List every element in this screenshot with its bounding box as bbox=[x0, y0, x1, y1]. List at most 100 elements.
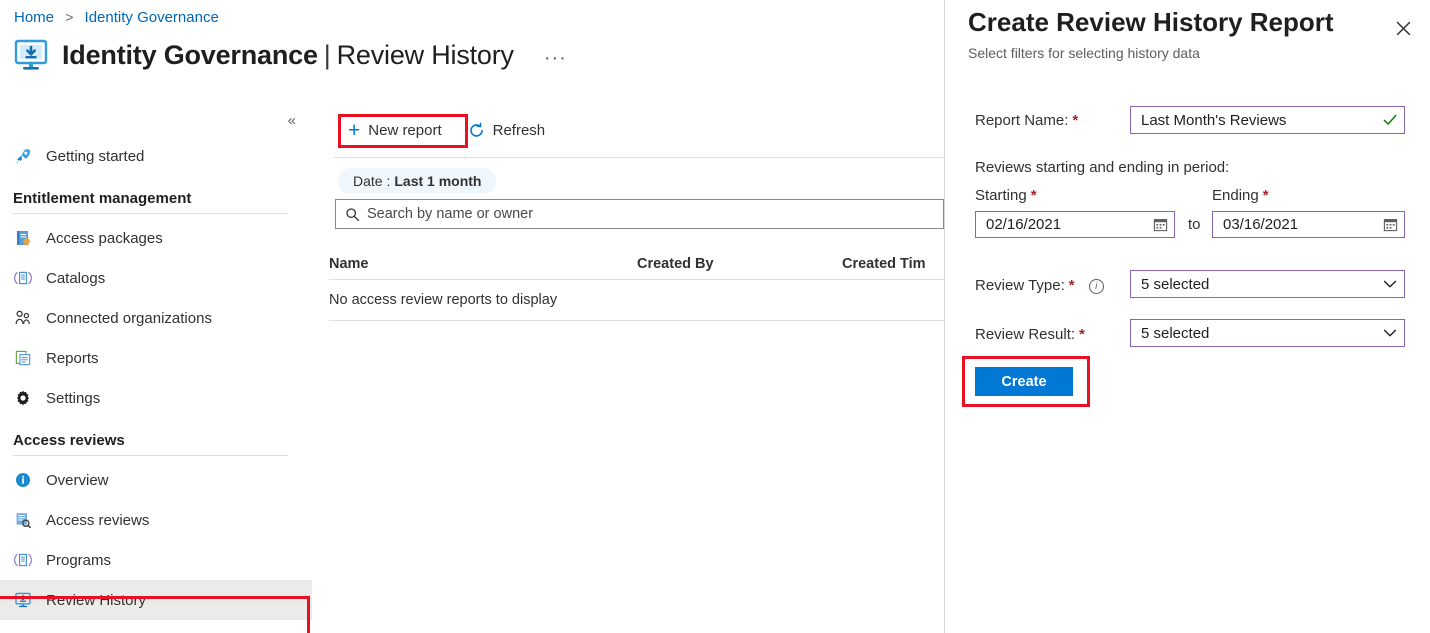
review-result-dropdown[interactable]: 5 selected bbox=[1130, 319, 1405, 347]
search-icon bbox=[345, 207, 360, 222]
panel-title: Create Review History Report bbox=[968, 7, 1334, 38]
period-label: Reviews starting and ending in period: bbox=[975, 159, 1229, 176]
date-filter-pill[interactable]: Date : Last 1 month bbox=[338, 168, 496, 194]
create-review-history-report-panel: Create Review History Report Select filt… bbox=[944, 0, 1430, 633]
sidebar-item-connected-organizations[interactable]: Connected organizations bbox=[0, 298, 312, 338]
table-column-name[interactable]: Name bbox=[329, 256, 637, 272]
review-history-monitor-icon bbox=[12, 36, 50, 74]
create-button[interactable]: Create bbox=[975, 367, 1073, 396]
search-input[interactable]: Search by name or owner bbox=[335, 199, 944, 229]
sidebar-item-label: Settings bbox=[46, 390, 100, 407]
review-history-monitor-icon bbox=[13, 590, 33, 610]
new-report-button[interactable]: + New report bbox=[338, 114, 452, 147]
gear-icon bbox=[13, 388, 33, 408]
starting-required-marker: * bbox=[1031, 187, 1037, 204]
review-type-dropdown[interactable]: 5 selected bbox=[1130, 270, 1405, 298]
catalog-icon bbox=[13, 268, 33, 288]
report-name-value: Last Month's Reviews bbox=[1131, 112, 1376, 129]
table-header: Name Created By Created Tim bbox=[329, 248, 944, 280]
people-icon bbox=[13, 308, 33, 328]
reports-icon bbox=[13, 348, 33, 368]
report-name-label: Report Name:* bbox=[975, 112, 1078, 129]
sidebar-item-catalogs[interactable]: Catalogs bbox=[0, 258, 312, 298]
page-title-main: Identity Governance bbox=[62, 40, 318, 70]
page-title-row: Identity Governance|Review History ··· bbox=[12, 36, 567, 74]
new-report-label: New report bbox=[368, 122, 441, 139]
sidebar-item-programs[interactable]: Programs bbox=[0, 540, 312, 580]
sidebar-item-access-packages[interactable]: Access packages bbox=[0, 218, 312, 258]
info-icon[interactable]: i bbox=[1089, 279, 1104, 294]
sidebar-section-access-reviews: Access reviews bbox=[0, 418, 312, 455]
checkmark-icon bbox=[1376, 112, 1404, 128]
starting-date-value: 02/16/2021 bbox=[976, 216, 1146, 233]
sidebar-item-label: Overview bbox=[46, 472, 109, 489]
calendar-icon[interactable] bbox=[1146, 217, 1174, 232]
close-icon[interactable] bbox=[1388, 13, 1418, 43]
sidebar-item-label: Access reviews bbox=[46, 512, 149, 529]
sidebar-item-getting-started[interactable]: Getting started bbox=[0, 136, 312, 176]
chevron-down-icon bbox=[1376, 325, 1404, 341]
page-title-separator: | bbox=[324, 40, 331, 70]
review-type-label-text: Review Type: bbox=[975, 277, 1065, 294]
refresh-label: Refresh bbox=[493, 122, 546, 139]
sidebar-item-label: Access packages bbox=[46, 230, 163, 247]
sidebar-item-settings[interactable]: Settings bbox=[0, 378, 312, 418]
review-result-label-text: Review Result: bbox=[975, 326, 1075, 343]
starting-label-text: Starting bbox=[975, 187, 1027, 204]
breadcrumb: Home > Identity Governance bbox=[14, 9, 219, 26]
sidebar-item-label: Catalogs bbox=[46, 270, 105, 287]
sidebar-item-label: Connected organizations bbox=[46, 310, 212, 327]
info-circle-icon bbox=[13, 470, 33, 490]
programs-icon bbox=[13, 550, 33, 570]
table-empty-row: No access review reports to display bbox=[329, 280, 944, 321]
to-label: to bbox=[1188, 216, 1201, 233]
rocket-icon bbox=[13, 146, 33, 166]
access-reviews-icon bbox=[13, 510, 33, 530]
review-type-required-marker: * bbox=[1069, 277, 1075, 294]
starting-label: Starting* bbox=[975, 187, 1037, 204]
date-filter-value: Last 1 month bbox=[394, 173, 481, 189]
toolbar-divider bbox=[334, 157, 944, 158]
ending-label-text: Ending bbox=[1212, 187, 1259, 204]
starting-date-input[interactable]: 02/16/2021 bbox=[975, 211, 1175, 238]
sidebar-item-label: Programs bbox=[46, 552, 111, 569]
sidebar-item-review-history[interactable]: Review History bbox=[0, 580, 312, 620]
review-result-required-marker: * bbox=[1079, 326, 1085, 343]
chevron-down-icon bbox=[1376, 276, 1404, 292]
sidebar-item-label: Review History bbox=[46, 592, 146, 609]
sidebar-item-label: Getting started bbox=[46, 148, 144, 165]
sidebar-section-divider bbox=[13, 455, 288, 456]
breadcrumb-identity-governance[interactable]: Identity Governance bbox=[85, 9, 219, 26]
report-name-required-marker: * bbox=[1072, 112, 1078, 129]
app-root: Home > Identity Governance Identity Gove… bbox=[0, 0, 1430, 633]
breadcrumb-home[interactable]: Home bbox=[14, 9, 54, 26]
panel-subtitle: Select filters for selecting history dat… bbox=[968, 45, 1200, 61]
sidebar-item-access-reviews[interactable]: Access reviews bbox=[0, 500, 312, 540]
page-more-actions-icon[interactable]: ··· bbox=[544, 47, 567, 74]
ending-label: Ending* bbox=[1212, 187, 1269, 204]
calendar-icon[interactable] bbox=[1376, 217, 1404, 232]
sidebar-item-label: Reports bbox=[46, 350, 99, 367]
report-name-input[interactable]: Last Month's Reviews bbox=[1130, 106, 1405, 134]
sidebar-item-reports[interactable]: Reports bbox=[0, 338, 312, 378]
date-filter-prefix: Date : bbox=[353, 173, 390, 189]
sidebar-collapse-button[interactable]: « bbox=[288, 112, 296, 129]
sidebar: « Getting started Entitlement management bbox=[0, 100, 312, 633]
command-toolbar: + New report Refresh bbox=[338, 114, 555, 147]
refresh-button[interactable]: Refresh bbox=[458, 116, 556, 145]
review-type-value: 5 selected bbox=[1131, 276, 1376, 293]
review-type-label: Review Type:* i bbox=[975, 277, 1104, 294]
sidebar-section-divider bbox=[13, 213, 288, 214]
ending-required-marker: * bbox=[1263, 187, 1269, 204]
breadcrumb-separator: > bbox=[65, 9, 73, 25]
table-column-created-time[interactable]: Created Tim bbox=[842, 256, 926, 272]
table-column-created-by[interactable]: Created By bbox=[637, 256, 842, 272]
sidebar-item-overview[interactable]: Overview bbox=[0, 460, 312, 500]
ending-date-value: 03/16/2021 bbox=[1213, 216, 1376, 233]
page-title: Identity Governance|Review History bbox=[62, 40, 514, 71]
review-result-value: 5 selected bbox=[1131, 325, 1376, 342]
sidebar-section-entitlement-management: Entitlement management bbox=[0, 176, 312, 213]
ending-date-input[interactable]: 03/16/2021 bbox=[1212, 211, 1405, 238]
sidebar-nav-list: Getting started Entitlement management A… bbox=[0, 136, 312, 620]
access-package-icon bbox=[13, 228, 33, 248]
